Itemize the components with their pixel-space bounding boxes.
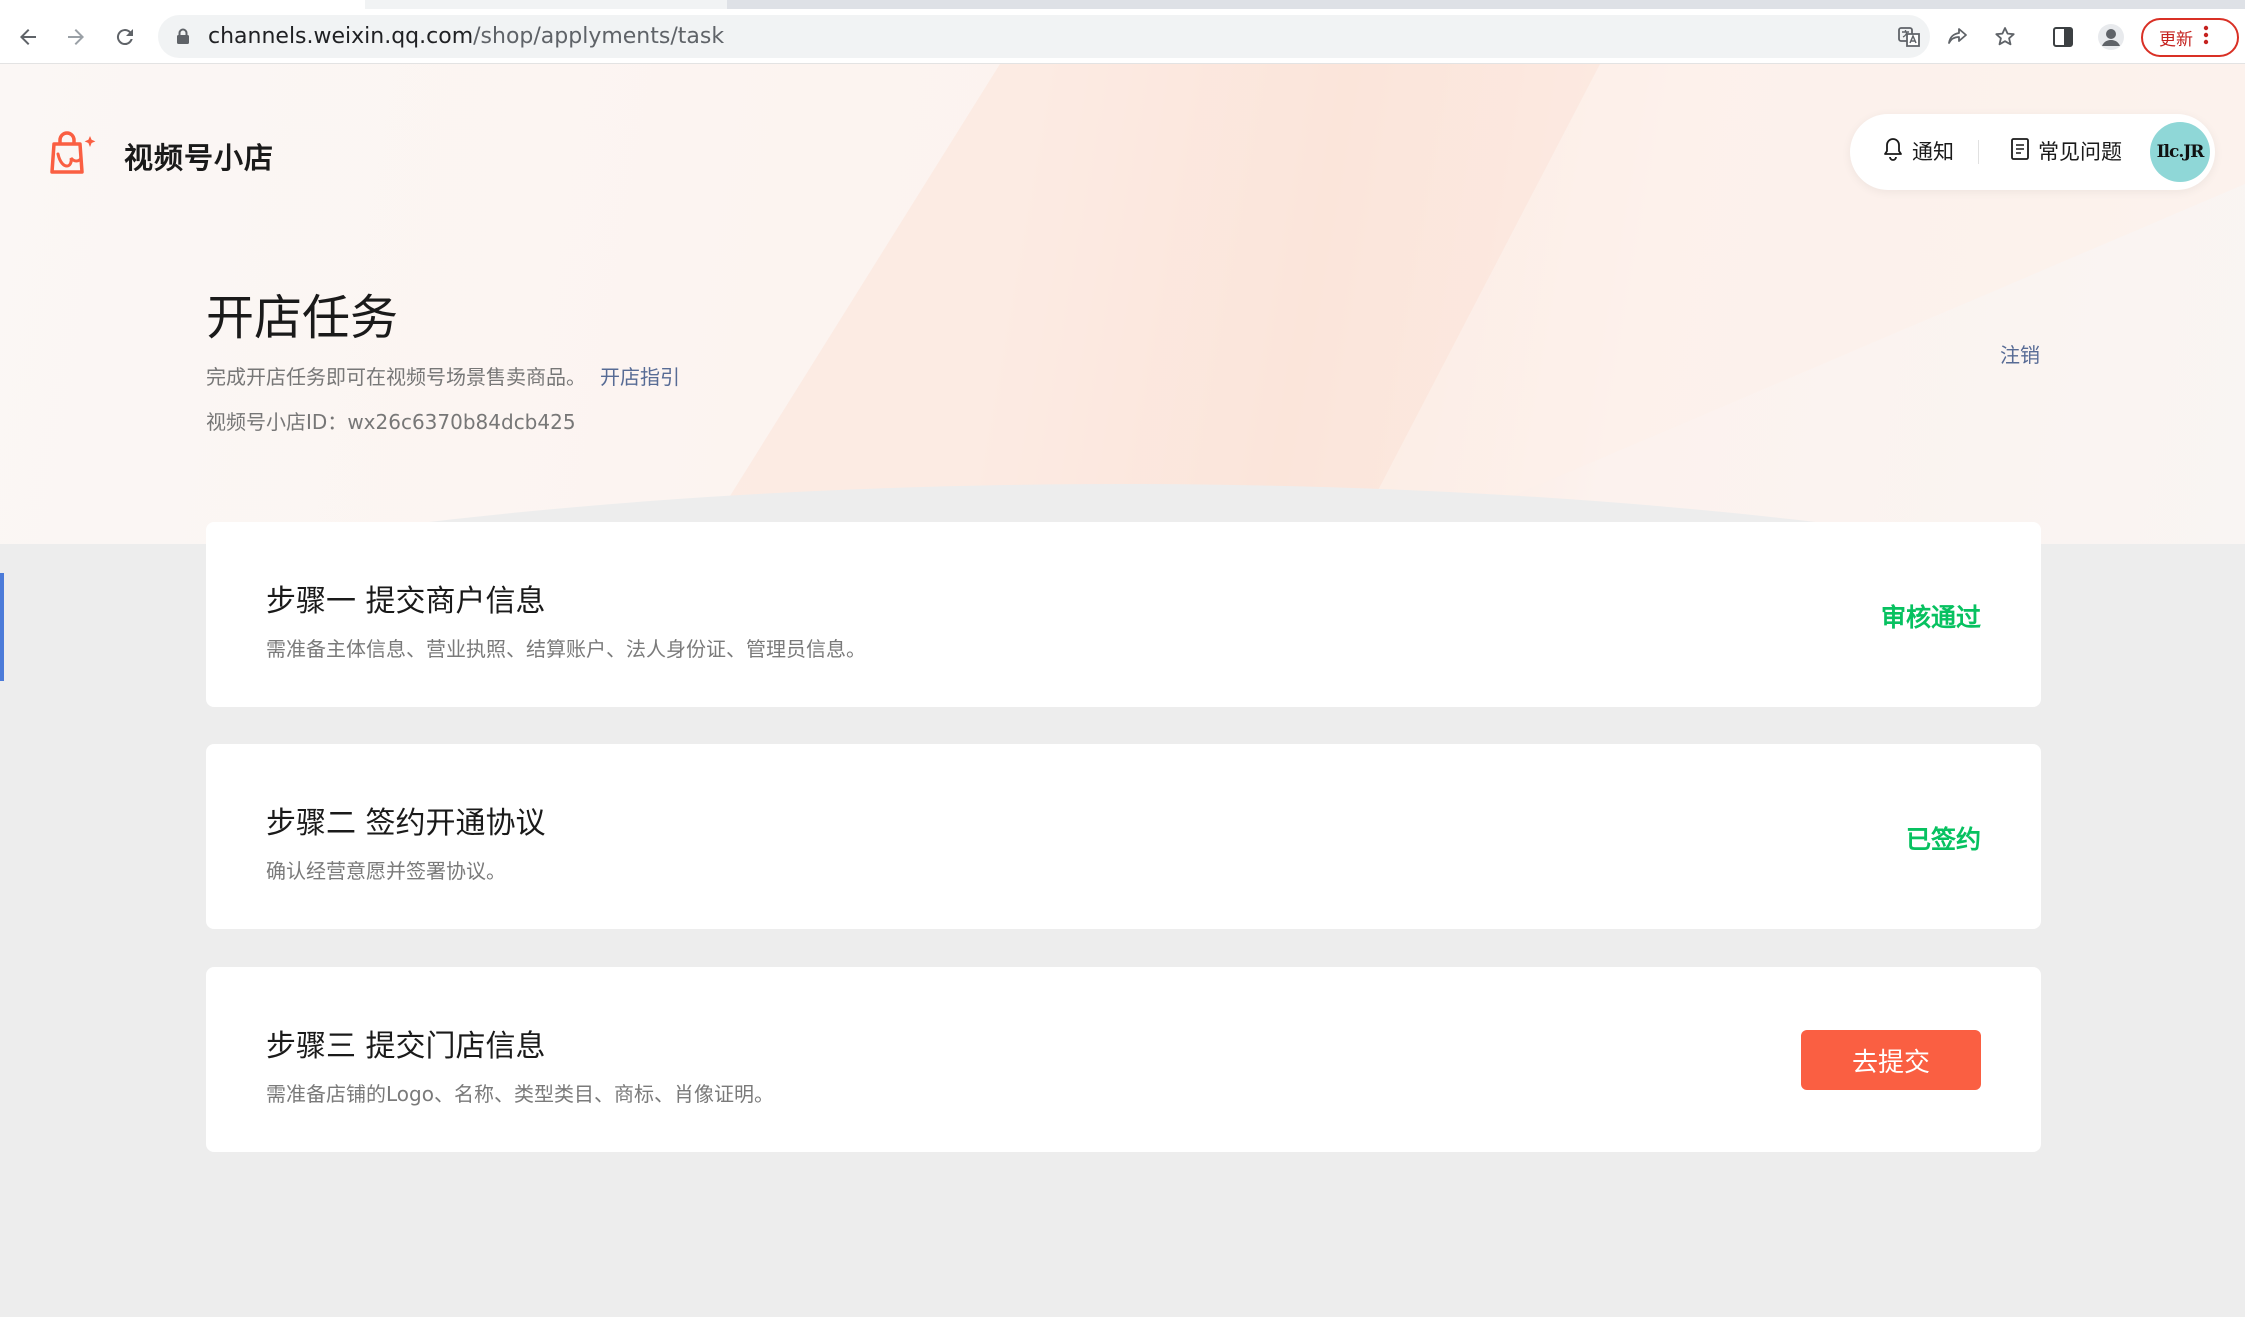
step-card-1: 步骤一 提交商户信息 需准备主体信息、营业执照、结算账户、法人身份证、管理员信息… <box>206 522 2041 707</box>
document-icon <box>2010 137 2030 166</box>
translate-icon[interactable] <box>1895 23 1923 51</box>
lock-icon[interactable] <box>176 28 190 49</box>
faq-label: 常见问题 <box>2038 140 2122 164</box>
status-badge: 已签约 <box>1905 825 1981 854</box>
notification-button[interactable]: 通知 <box>1882 136 1954 166</box>
browser-toolbar: channels.weixin.qq.com/shop/applyments/t… <box>0 9 2245 64</box>
profile-icon[interactable] <box>2093 19 2129 55</box>
back-icon[interactable] <box>8 17 48 57</box>
page-title: 开店任务 <box>206 290 399 346</box>
top-actions: 通知 常见问题 Ilc.JR <box>1850 114 2215 190</box>
browser-update-button[interactable]: 更新 <box>2141 18 2239 57</box>
step-title: 步骤一 提交商户信息 <box>266 584 546 619</box>
update-label: 更新 <box>2159 30 2193 50</box>
reload-icon[interactable] <box>105 17 145 57</box>
share-icon[interactable] <box>1943 23 1971 51</box>
step-desc: 需准备店铺的Logo、名称、类型类目、商标、肖像证明。 <box>266 1082 774 1106</box>
page: 视频号小店 通知 常见问题 Ilc.JR 开店任务 完成开店任务即可在视频号场景… <box>0 64 2245 1317</box>
step-card-2: 步骤二 签约开通协议 确认经营意愿并签署协议。 已签约 <box>206 744 2041 929</box>
notification-label: 通知 <box>1912 140 1954 164</box>
brand[interactable]: 视频号小店 <box>48 130 274 182</box>
browser-tab-active[interactable] <box>0 0 365 9</box>
forward-icon[interactable] <box>56 17 96 57</box>
page-subtitle: 完成开店任务即可在视频号场景售卖商品。 开店指引 <box>206 361 680 390</box>
shop-id-label: 视频号小店ID： <box>206 410 348 434</box>
divider <box>1978 140 1979 164</box>
step-card-3: 步骤三 提交门店信息 需准备店铺的Logo、名称、类型类目、商标、肖像证明。 去… <box>206 967 2041 1152</box>
subtitle-text: 完成开店任务即可在视频号场景售卖商品。 <box>206 365 586 389</box>
step-title: 步骤二 签约开通协议 <box>266 806 546 841</box>
faq-button[interactable]: 常见问题 <box>2010 136 2122 166</box>
brand-name: 视频号小店 <box>124 141 275 175</box>
url-text: channels.weixin.qq.com/shop/applyments/t… <box>208 24 725 49</box>
logout-link[interactable]: 注销 <box>2000 339 2040 368</box>
shop-id: 视频号小店ID：wx26c6370b84dcb425 <box>206 406 576 435</box>
status-badge: 审核通过 <box>1880 603 1981 632</box>
avatar-text: Ilc.JR <box>2156 142 2205 162</box>
bookmark-star-icon[interactable] <box>1991 23 2019 51</box>
shop-guide-link[interactable]: 开店指引 <box>600 365 680 389</box>
side-panel-icon[interactable] <box>2045 19 2081 55</box>
submit-store-info-button[interactable]: 去提交 <box>1801 1030 1981 1090</box>
browser-tabstrip <box>0 0 2245 9</box>
avatar[interactable]: Ilc.JR <box>2150 122 2210 182</box>
shop-bag-logo-icon <box>48 130 98 182</box>
more-menu-icon <box>2203 25 2209 50</box>
side-scroll-marker <box>0 573 4 681</box>
step-desc: 需准备主体信息、营业执照、结算账户、法人身份证、管理员信息。 <box>266 637 866 661</box>
step-title: 步骤三 提交门店信息 <box>266 1029 546 1064</box>
shop-id-value: wx26c6370b84dcb425 <box>347 410 576 434</box>
bell-icon <box>1882 137 1904 166</box>
step-desc: 确认经营意愿并签署协议。 <box>266 859 506 883</box>
address-bar[interactable]: channels.weixin.qq.com/shop/applyments/t… <box>158 15 2015 58</box>
browser-tab[interactable] <box>365 0 727 9</box>
